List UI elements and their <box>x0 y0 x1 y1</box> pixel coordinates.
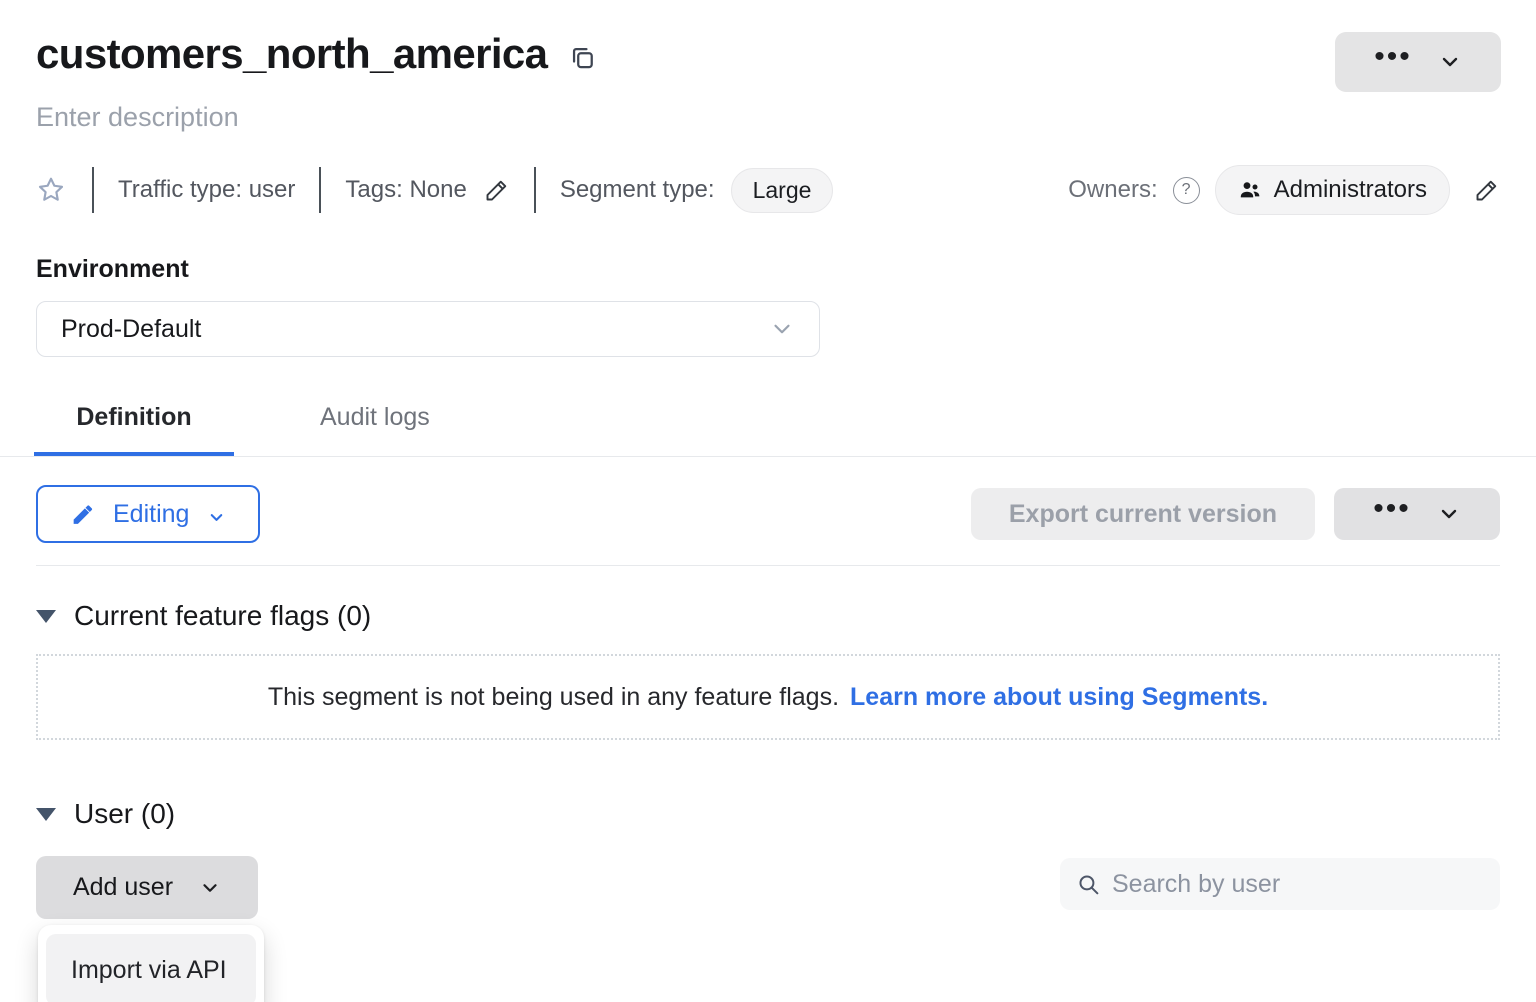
page-header: customers_north_america ••• Enter descri… <box>0 0 1536 133</box>
segment-type-label: Segment type: <box>560 176 715 204</box>
feature-flags-section-header[interactable]: Current feature flags (0) <box>36 600 1500 632</box>
help-question-icon[interactable]: ? <box>1173 177 1200 204</box>
tab-bar: Definition Audit logs <box>0 391 1536 457</box>
edit-owners-pencil-icon[interactable] <box>1473 177 1500 204</box>
owners-group: Owners: ? Administrators <box>1068 165 1500 215</box>
add-user-wrap: Add user Import via API <box>36 856 258 919</box>
search-icon <box>1076 872 1101 897</box>
definition-toolbar: Editing Export current version ••• <box>36 485 1500 543</box>
toolbar-right: Export current version ••• <box>971 488 1500 540</box>
tab-definition[interactable]: Definition <box>34 391 234 456</box>
page-title: customers_north_america <box>36 30 547 78</box>
ellipsis-icon: ••• <box>1373 494 1411 534</box>
feature-flags-empty-state: This segment is not being used in any fe… <box>36 654 1500 740</box>
edit-tags-pencil-icon[interactable] <box>483 177 510 204</box>
meta-row: Traffic type: user Tags: None Segment ty… <box>36 167 1500 213</box>
owners-label: Owners: <box>1068 176 1157 204</box>
user-controls: Add user Import via API <box>36 856 1500 919</box>
segment-detail-page: customers_north_america ••• Enter descri… <box>0 0 1536 1002</box>
empty-state-text: This segment is not being used in any fe… <box>268 683 839 712</box>
people-icon <box>1238 178 1262 202</box>
environment-select[interactable]: Prod-Default <box>36 301 820 357</box>
segment-type-badge: Large <box>731 168 834 213</box>
add-user-label: Add user <box>73 873 173 902</box>
environment-label: Environment <box>36 255 1500 284</box>
chevron-down-icon <box>1437 502 1461 526</box>
user-section-title: User (0) <box>74 798 175 830</box>
caret-down-icon <box>36 610 56 623</box>
title-row: customers_north_america <box>36 30 1500 78</box>
add-user-dropdown-menu: Import via API <box>38 925 264 1002</box>
learn-more-link[interactable]: Learn more about using Segments. <box>850 683 1268 712</box>
environment-section: Environment Prod-Default <box>0 255 1536 357</box>
user-search-input[interactable] <box>1112 870 1484 899</box>
traffic-type: Traffic type: user <box>94 176 319 204</box>
tab-audit-logs[interactable]: Audit logs <box>320 391 430 456</box>
pencil-icon <box>70 502 95 527</box>
favorite-star-icon[interactable] <box>36 175 66 205</box>
user-section: User (0) Add user Import via API <box>36 798 1500 919</box>
caret-down-icon <box>36 808 56 821</box>
user-search-box[interactable] <box>1060 858 1500 910</box>
feature-flags-section-title: Current feature flags (0) <box>74 600 371 632</box>
tags: Tags: None <box>321 176 533 204</box>
description-placeholder[interactable]: Enter description <box>36 102 1500 133</box>
ellipsis-icon: ••• <box>1374 42 1412 82</box>
traffic-type-label: Traffic type: user <box>118 176 295 204</box>
segment-type: Segment type: Large <box>536 168 858 213</box>
add-user-button[interactable]: Add user <box>36 856 258 919</box>
editing-status-button[interactable]: Editing <box>36 485 260 543</box>
chevron-down-icon <box>1438 50 1462 74</box>
chevron-down-icon <box>207 505 226 524</box>
owners-value: Administrators <box>1274 176 1427 204</box>
export-current-version-button[interactable]: Export current version <box>971 488 1315 540</box>
chevron-down-icon <box>769 316 795 342</box>
divider <box>36 565 1500 566</box>
tags-label: Tags: None <box>345 176 466 204</box>
editing-status-label: Editing <box>113 500 189 529</box>
user-section-header[interactable]: User (0) <box>36 798 1500 830</box>
header-more-menu-button[interactable]: ••• <box>1335 32 1501 92</box>
feature-flags-section: Current feature flags (0) This segment i… <box>36 600 1500 740</box>
copy-icon[interactable] <box>569 44 596 71</box>
owners-badge[interactable]: Administrators <box>1215 165 1450 215</box>
environment-selected-value: Prod-Default <box>61 315 201 344</box>
chevron-down-icon <box>199 877 221 899</box>
toolbar-more-menu-button[interactable]: ••• <box>1334 488 1500 540</box>
menu-item-import-via-api[interactable]: Import via API <box>46 934 256 1002</box>
